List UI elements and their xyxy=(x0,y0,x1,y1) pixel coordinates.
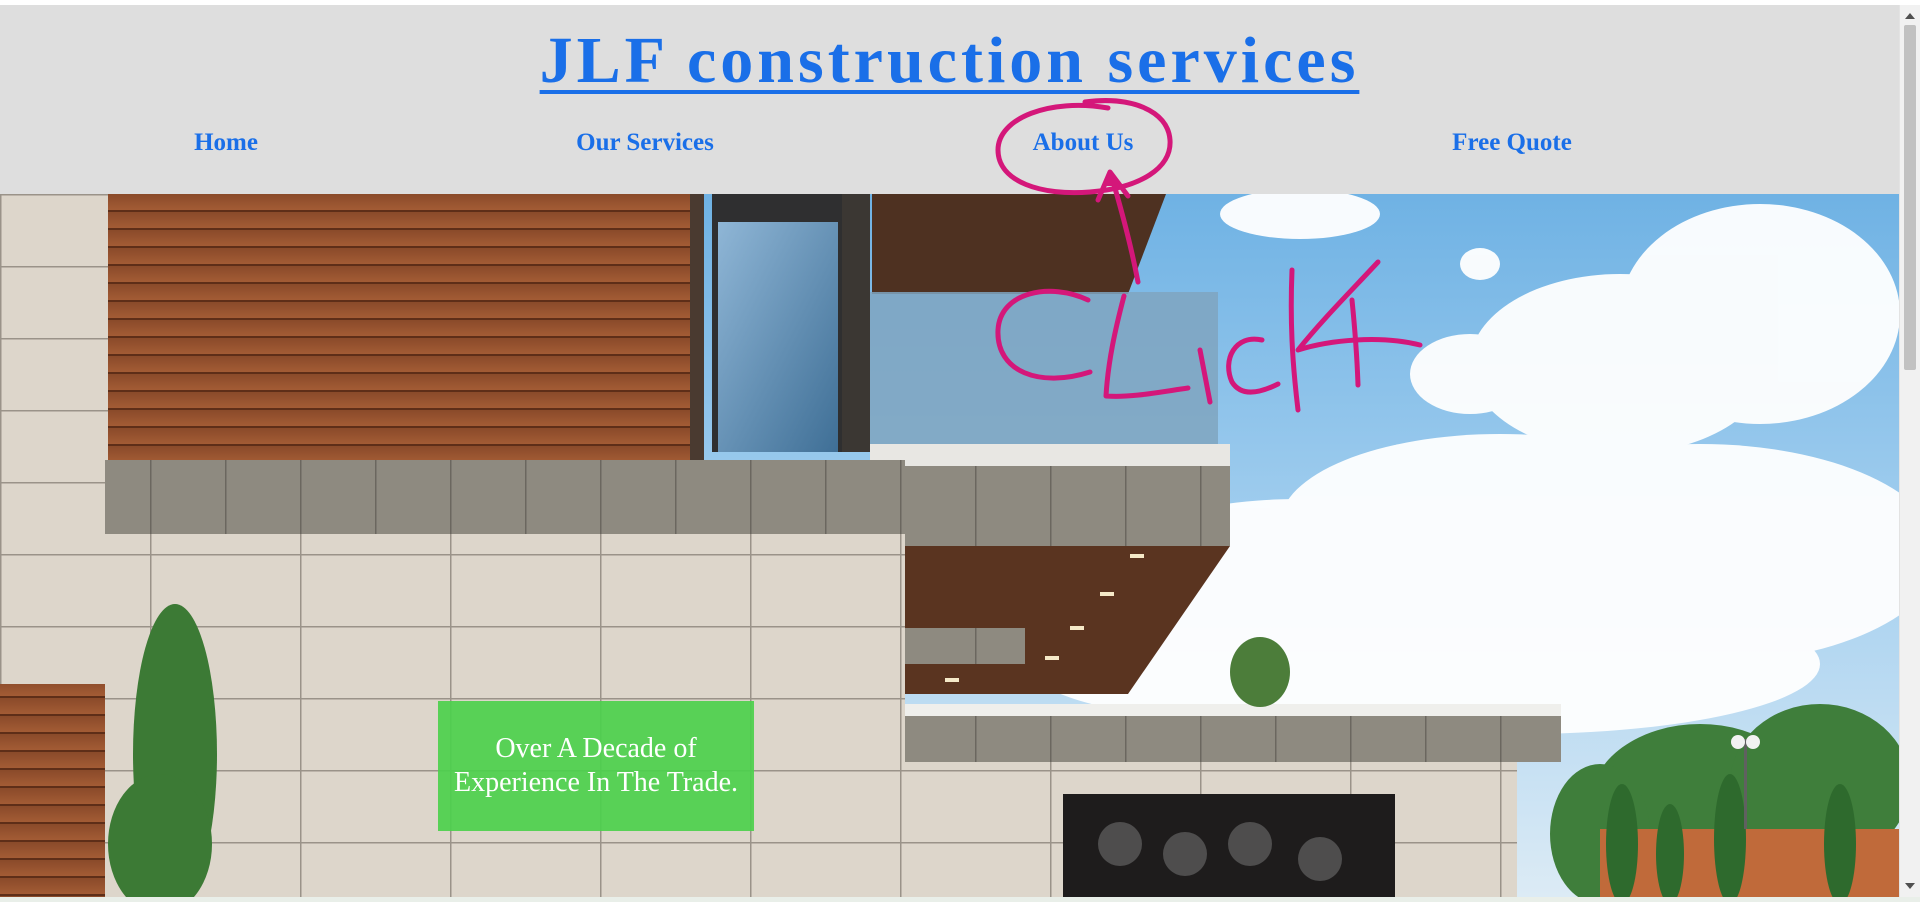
badge-line-1: Over A Decade of xyxy=(495,733,697,764)
nav-about-us-link[interactable]: About Us xyxy=(1033,129,1134,157)
nav-home-link[interactable]: Home xyxy=(194,129,258,157)
main-nav: Home Our Services About Us Free Quote xyxy=(0,129,1899,169)
hero-building-image xyxy=(0,194,1899,897)
experience-badge: Over A Decade of Experience In The Trade… xyxy=(438,701,754,831)
site-header: JLF construction services Home Our Servi… xyxy=(0,5,1899,194)
badge-line-2: Experience In The Trade. xyxy=(453,767,739,798)
vertical-scrollbar[interactable] xyxy=(1899,5,1920,897)
scroll-down-arrow-icon[interactable] xyxy=(1905,883,1915,889)
nav-our-services-link[interactable]: Our Services xyxy=(576,129,714,157)
site-title-link[interactable]: JLF construction services xyxy=(0,21,1899,101)
nav-free-quote-link[interactable]: Free Quote xyxy=(1452,129,1572,157)
hero-banner: Over A Decade of Experience In The Trade… xyxy=(0,194,1899,897)
window-bottom-edge xyxy=(0,897,1920,902)
scrollbar-thumb[interactable] xyxy=(1904,25,1916,370)
scroll-up-arrow-icon[interactable] xyxy=(1905,13,1915,19)
